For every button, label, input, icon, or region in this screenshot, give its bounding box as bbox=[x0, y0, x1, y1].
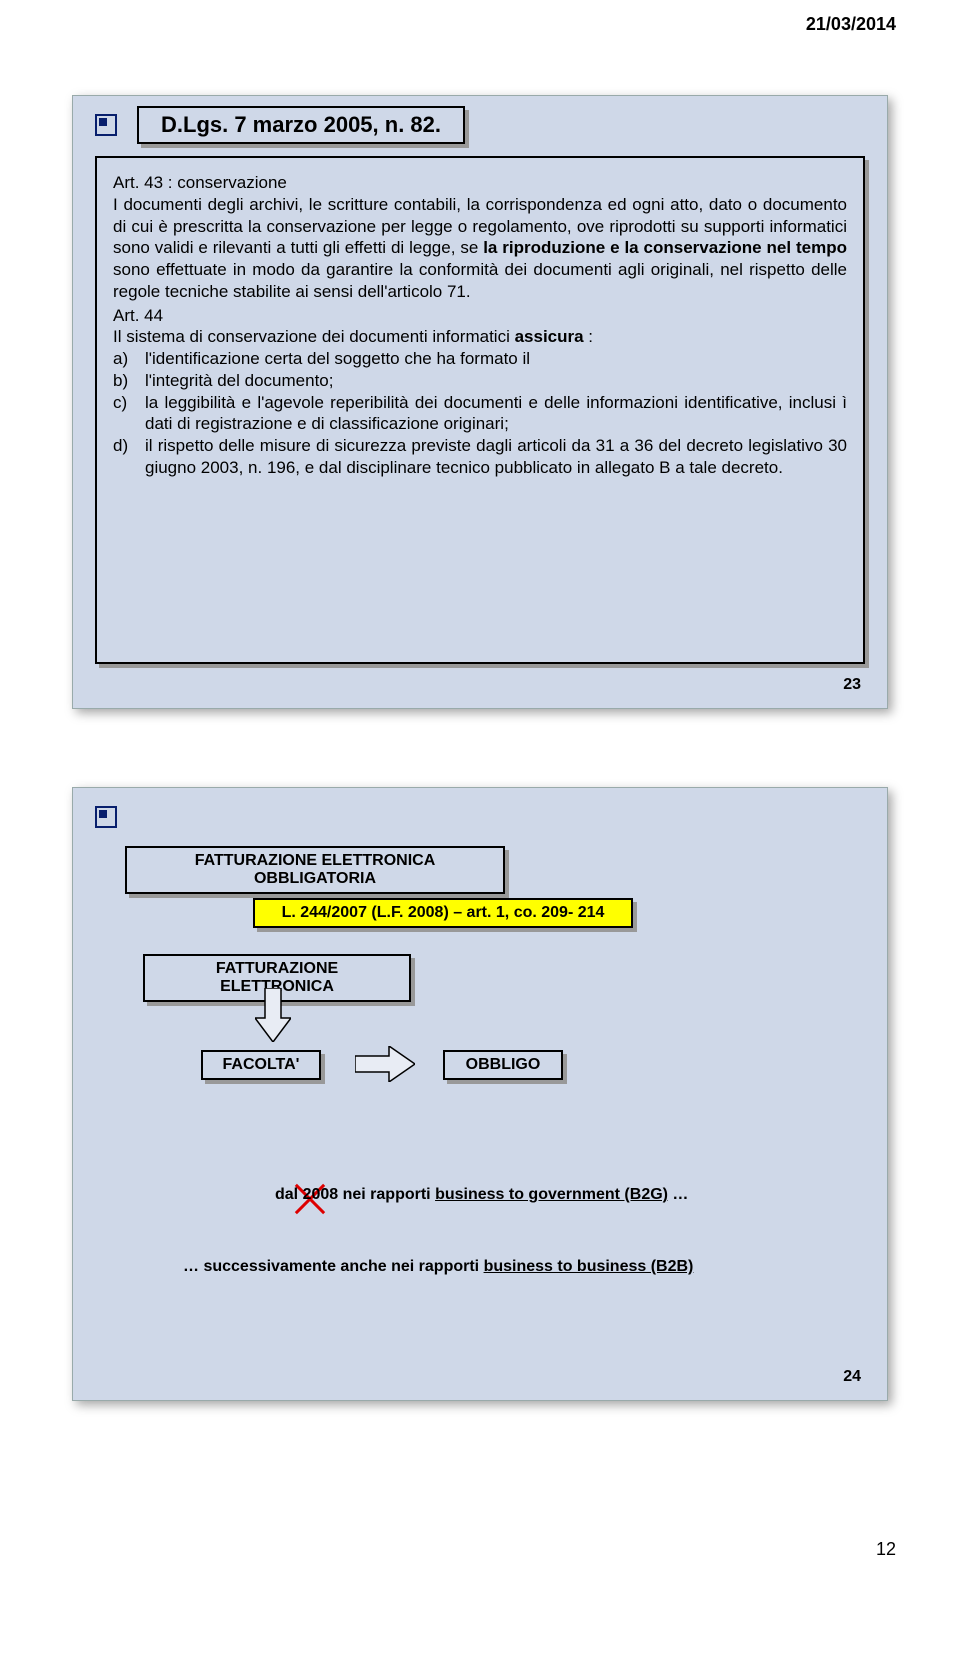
art43-label: Art. 43 : conservazione bbox=[113, 172, 847, 194]
corner-square-icon bbox=[95, 806, 117, 828]
list-text: il rispetto delle misure di sicurezza pr… bbox=[145, 436, 847, 477]
slide-content-box: Art. 43 : conservazione I documenti degl… bbox=[95, 156, 865, 664]
page-date: 21/03/2014 bbox=[0, 0, 960, 35]
b2b-u: business to business (B2B) bbox=[484, 1258, 694, 1275]
b2b-pre: … successivamente anche nei rapporti bbox=[183, 1258, 484, 1275]
list-item: c)la leggibilità e l'agevole reperibilit… bbox=[113, 392, 847, 436]
slide-title-box: D.Lgs. 7 marzo 2005, n. 82. bbox=[137, 106, 465, 144]
arrow-down-icon bbox=[255, 988, 291, 1042]
list-text: l'identificazione certa del soggetto che… bbox=[145, 349, 530, 368]
slide-24: FATTURAZIONE ELETTRONICA OBBLIGATORIA L.… bbox=[72, 787, 888, 1401]
arrow-right-icon bbox=[355, 1046, 415, 1082]
header-box: FATTURAZIONE ELETTRONICA OBBLIGATORIA bbox=[125, 846, 505, 894]
b2g-end: … bbox=[668, 1186, 688, 1203]
art44-intro-text: Il sistema di conservazione dei document… bbox=[113, 327, 593, 346]
list-item: a)l'identificazione certa del soggetto c… bbox=[113, 348, 847, 370]
b2g-line: dal 2008 nei rapporti business to govern… bbox=[275, 1186, 827, 1204]
corner-square-icon bbox=[95, 114, 117, 136]
list-marker: c) bbox=[113, 392, 141, 414]
art43-body-text: I documenti degli archivi, le scritture … bbox=[113, 195, 847, 301]
art44-label: Art. 44 bbox=[113, 305, 847, 327]
law-box: L. 244/2007 (L.F. 2008) – art. 1, co. 20… bbox=[253, 898, 633, 928]
slide-title: D.Lgs. 7 marzo 2005, n. 82. bbox=[161, 112, 441, 137]
list-marker: a) bbox=[113, 348, 141, 370]
art44-list: a)l'identificazione certa del soggetto c… bbox=[113, 348, 847, 479]
b2b-line: … successivamente anche nei rapporti bus… bbox=[183, 1258, 827, 1276]
art43-body: I documenti degli archivi, le scritture … bbox=[113, 194, 847, 303]
b2g-mid: nei rapporti bbox=[338, 1186, 435, 1203]
obbligo-box: OBBLIGO bbox=[443, 1050, 563, 1080]
list-marker: d) bbox=[113, 435, 141, 457]
list-text: l'integrità del documento; bbox=[145, 371, 333, 390]
list-item: d)il rispetto delle misure di sicurezza … bbox=[113, 435, 847, 479]
list-item: b)l'integrità del documento; bbox=[113, 370, 847, 392]
list-marker: b) bbox=[113, 370, 141, 392]
b2g-year: 2008 bbox=[303, 1186, 339, 1203]
document-page-number: 12 bbox=[0, 1519, 960, 1600]
facolta-box: FACOLTA' bbox=[201, 1050, 321, 1080]
slide-23: D.Lgs. 7 marzo 2005, n. 82. Art. 43 : co… bbox=[72, 95, 888, 709]
slides-wrap: D.Lgs. 7 marzo 2005, n. 82. Art. 43 : co… bbox=[0, 35, 960, 1519]
art44-intro: Il sistema di conservazione dei document… bbox=[113, 326, 847, 348]
b2g-pre: dal bbox=[275, 1186, 303, 1203]
list-text: la leggibilità e l'agevole reperibilità … bbox=[145, 393, 847, 434]
b2g-u: business to government (B2G) bbox=[435, 1186, 668, 1203]
slide-page-number: 23 bbox=[843, 676, 861, 694]
slide-page-number: 24 bbox=[843, 1368, 861, 1386]
